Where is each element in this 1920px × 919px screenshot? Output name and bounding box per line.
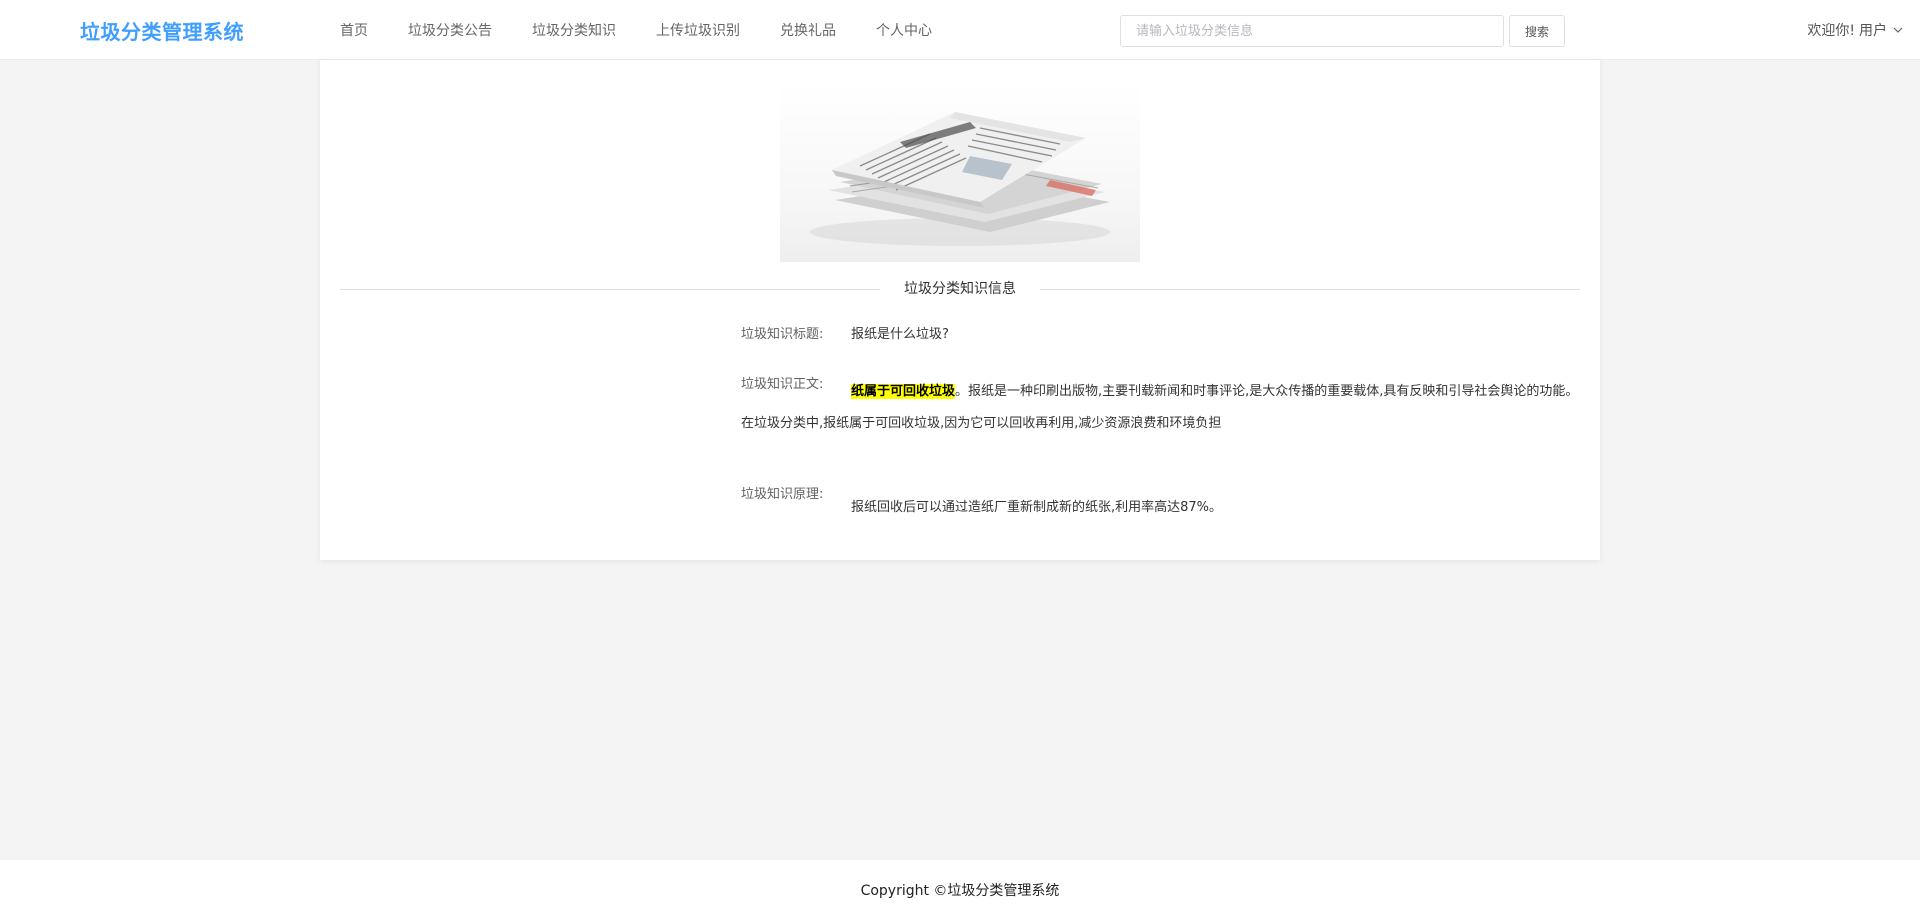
body-highlight-text: 纸属于可回收垃圾 [851,384,956,399]
nav-item-announcements[interactable]: 垃圾分类公告 [408,20,492,40]
user-menu[interactable]: 欢迎你! 用户 [1807,20,1904,40]
copyright-text: Copyright ©垃圾分类管理系统 [860,882,1060,899]
newspaper-stack-image [780,82,1140,262]
main-nav: 首页 垃圾分类公告 垃圾分类知识 上传垃圾识别 兑换礼品 个人中心 [340,0,972,60]
nav-item-upload-recognition[interactable]: 上传垃圾识别 [656,20,740,40]
nav-item-home[interactable]: 首页 [340,20,368,40]
knowledge-principle-label: 垃圾知识原理: [741,487,824,502]
user-name: 用户 [1859,23,1887,39]
knowledge-title-value: 报纸是什么垃圾? [851,327,949,342]
top-header: 垃圾分类管理系统 首页 垃圾分类公告 垃圾分类知识 上传垃圾识别 兑换礼品 个人… [0,0,1920,60]
section-title: 垃圾分类知识信息 [880,280,1040,298]
app-logo[interactable]: 垃圾分类管理系统 [80,16,244,45]
knowledge-principle-value: 报纸回收后可以通过造纸厂重新制成新的纸张,利用率高达87%。 [851,500,1223,515]
knowledge-body-value: 纸属于可回收垃圾。报纸是一种印刷出版物,主要刊载新闻和时事评论,是大众传播的重要… [741,376,1581,440]
search-input[interactable] [1120,15,1504,47]
page-footer: Copyright ©垃圾分类管理系统 [0,860,1920,919]
nav-item-gift-exchange[interactable]: 兑换礼品 [780,20,836,40]
nav-item-knowledge[interactable]: 垃圾分类知识 [532,20,616,40]
knowledge-detail-card: 垃圾分类知识信息 垃圾知识标题: 报纸是什么垃圾? 垃圾知识正文: 纸属于可回收… [320,60,1600,560]
nav-item-personal-center[interactable]: 个人中心 [876,20,932,40]
welcome-text: 欢迎你! [1807,23,1855,39]
knowledge-title-label: 垃圾知识标题: [741,327,824,342]
search-button[interactable]: 搜索 [1509,15,1565,47]
chevron-down-icon [1893,27,1903,33]
